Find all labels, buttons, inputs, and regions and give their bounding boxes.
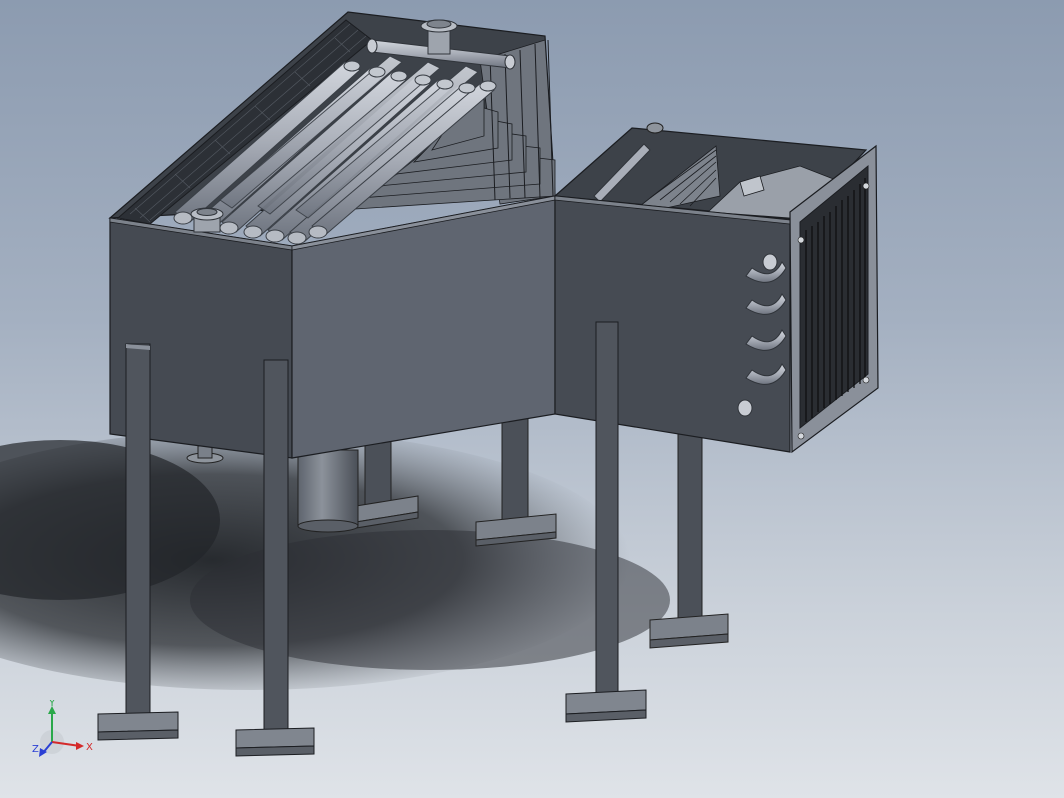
model-3d-view[interactable]	[0, 0, 1064, 798]
graphics-viewport[interactable]: Y X Z	[0, 0, 1064, 798]
coordinate-triad: Y X Z	[32, 700, 93, 757]
x-axis-label: X	[86, 742, 93, 753]
z-axis-label: Z	[32, 744, 39, 755]
y-axis-label: Y	[48, 700, 56, 709]
